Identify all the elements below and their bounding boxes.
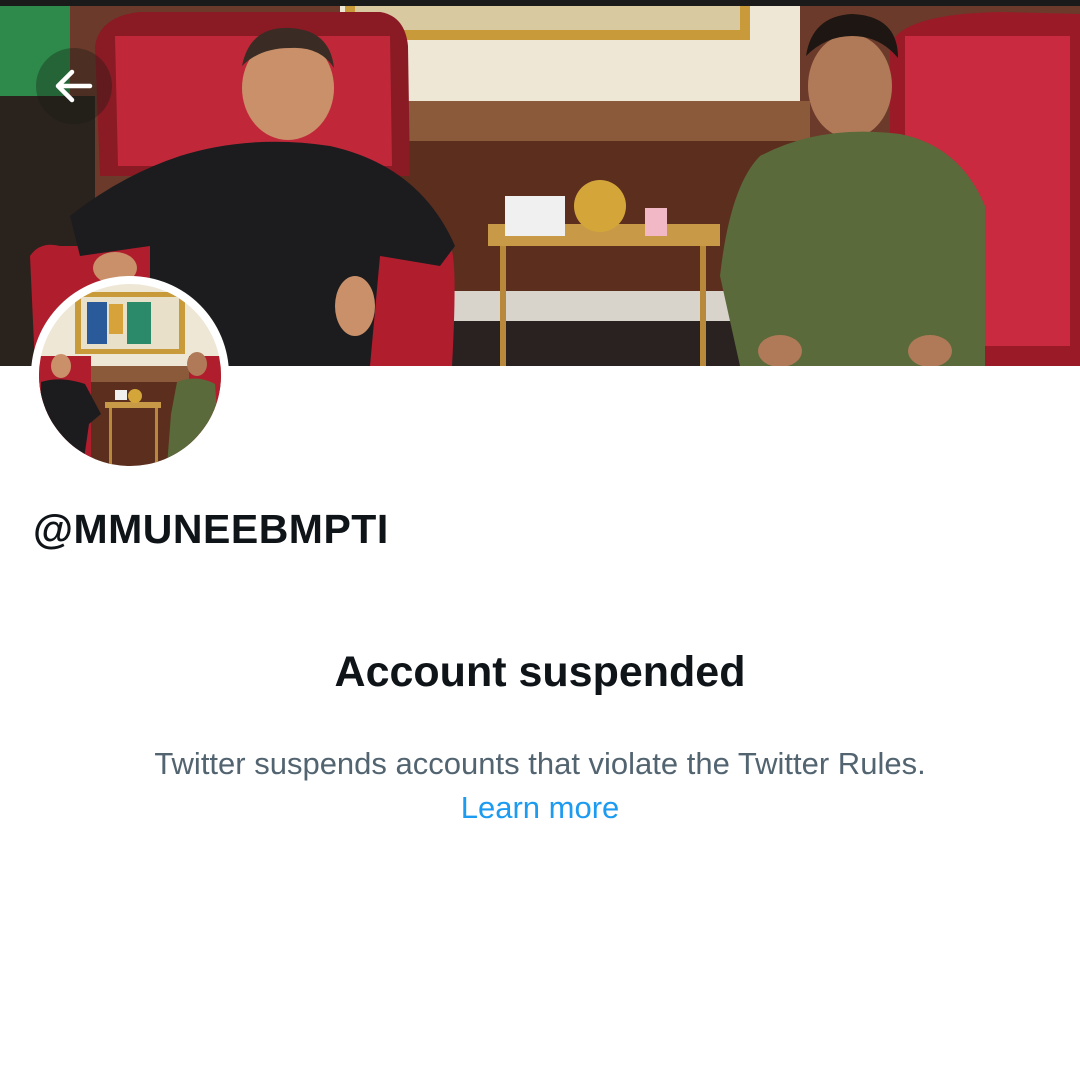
avatar-image xyxy=(39,284,221,466)
learn-more-link[interactable]: Learn more xyxy=(0,790,1080,826)
profile-handle: @MMUNEEBMPTI xyxy=(33,506,389,552)
suspended-title: Account suspended xyxy=(334,648,746,696)
arrow-left-icon xyxy=(55,69,93,103)
suspended-description: Twitter suspends accounts that violate t… xyxy=(154,746,926,781)
profile-page: @MMUNEEBMPTI Account suspended Twitter s… xyxy=(0,0,1080,1083)
avatar[interactable] xyxy=(31,276,229,474)
back-button[interactable] xyxy=(36,48,112,124)
